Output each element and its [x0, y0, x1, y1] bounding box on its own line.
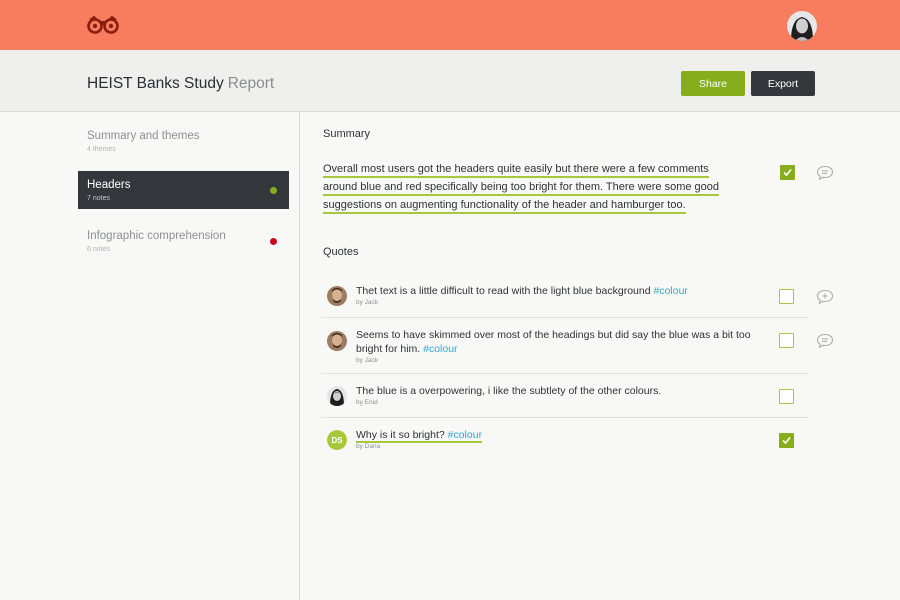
- sidebar-item-count: 6 notes: [87, 246, 110, 253]
- avatar-initials: DS: [327, 430, 347, 450]
- summary-line: around blue and red specifically being t…: [323, 181, 720, 196]
- quote-tag[interactable]: #colour: [448, 429, 482, 441]
- quote-checkbox[interactable]: [779, 389, 794, 404]
- page-title: HEIST Banks Study Report: [87, 75, 274, 93]
- quote-row: Seems to have skimmed over most of the h…: [321, 318, 834, 374]
- checkmark-icon: [782, 436, 791, 445]
- avatar: [327, 386, 347, 406]
- summary-checkbox[interactable]: [780, 165, 795, 180]
- sidebar-item-infographic-comprehension[interactable]: Infographic comprehension 6 notes: [78, 222, 289, 260]
- summary-line: suggestions on augmenting functionality …: [323, 199, 686, 214]
- summary-text[interactable]: Overall most users got the headers quite…: [323, 160, 743, 214]
- main-content: Summary Overall most users got the heade…: [301, 112, 900, 600]
- comment-icon[interactable]: [816, 333, 834, 349]
- quote-checkbox[interactable]: [779, 289, 794, 304]
- comment-add-icon[interactable]: [816, 289, 834, 305]
- quote-row: Thet text is a little difficult to read …: [321, 274, 834, 318]
- avatar: [327, 286, 347, 306]
- summary-line: Overall most users got the headers quite…: [323, 163, 709, 178]
- quote-body: The blue is a overpowering, i like the s…: [356, 385, 662, 397]
- status-dot: [270, 187, 277, 194]
- sidebar-item-headers[interactable]: Headers 7 notes: [78, 171, 289, 209]
- quote-body: Seems to have skimmed over most of the h…: [356, 329, 751, 355]
- sidebar-item-summary-and-themes[interactable]: Summary and themes 4 themes: [78, 122, 289, 160]
- sidebar-item-label: Headers: [87, 179, 131, 191]
- sidebar: Summary and themes 4 themes Headers 7 no…: [78, 112, 300, 600]
- quote-text: Seems to have skimmed over most of the h…: [356, 328, 766, 356]
- quote-row: DS Why is it so bright? #colour by Daria: [321, 418, 809, 462]
- share-button[interactable]: Share: [681, 71, 745, 96]
- status-dot: [270, 238, 277, 245]
- page-title-suffix: Report: [227, 75, 275, 92]
- quote-tag[interactable]: #colour: [653, 285, 687, 297]
- quote-text: Thet text is a little difficult to read …: [356, 284, 756, 298]
- quote-checkbox[interactable]: [779, 433, 794, 448]
- sidebar-item-count: 7 notes: [87, 195, 110, 202]
- quote-author: by Daria: [356, 443, 381, 450]
- quote-author: by Enid: [356, 399, 378, 406]
- quote-author: by Jack: [356, 299, 379, 306]
- sidebar-item-count: 4 themes: [87, 146, 116, 153]
- quote-author: by Jack: [356, 357, 379, 364]
- checkmark-icon: [783, 168, 792, 177]
- avatar: [327, 331, 347, 351]
- quote-checkbox[interactable]: [779, 333, 794, 348]
- sidebar-item-label: Infographic comprehension: [87, 230, 226, 242]
- quote-body: Thet text is a little difficult to read …: [356, 285, 654, 297]
- top-bar: [0, 0, 900, 50]
- study-name: HEIST Banks Study: [87, 75, 224, 92]
- summary-heading: Summary: [323, 128, 371, 140]
- user-avatar[interactable]: [787, 11, 817, 41]
- avatar: DS: [327, 430, 347, 450]
- quote-row: The blue is a overpowering, i like the s…: [321, 374, 809, 418]
- report-header: HEIST Banks Study Report Share Export: [0, 50, 900, 112]
- sidebar-item-label: Summary and themes: [87, 130, 200, 142]
- comment-icon[interactable]: [816, 165, 834, 181]
- quote-text: Why is it so bright? #colour: [356, 428, 756, 443]
- quote-tag[interactable]: #colour: [423, 343, 457, 355]
- export-button[interactable]: Export: [751, 71, 815, 96]
- binoculars-icon[interactable]: [86, 15, 120, 34]
- quote-text: The blue is a overpowering, i like the s…: [356, 384, 756, 398]
- quotes-heading: Quotes: [323, 246, 359, 258]
- quote-body: Why is it so bright?: [356, 429, 448, 441]
